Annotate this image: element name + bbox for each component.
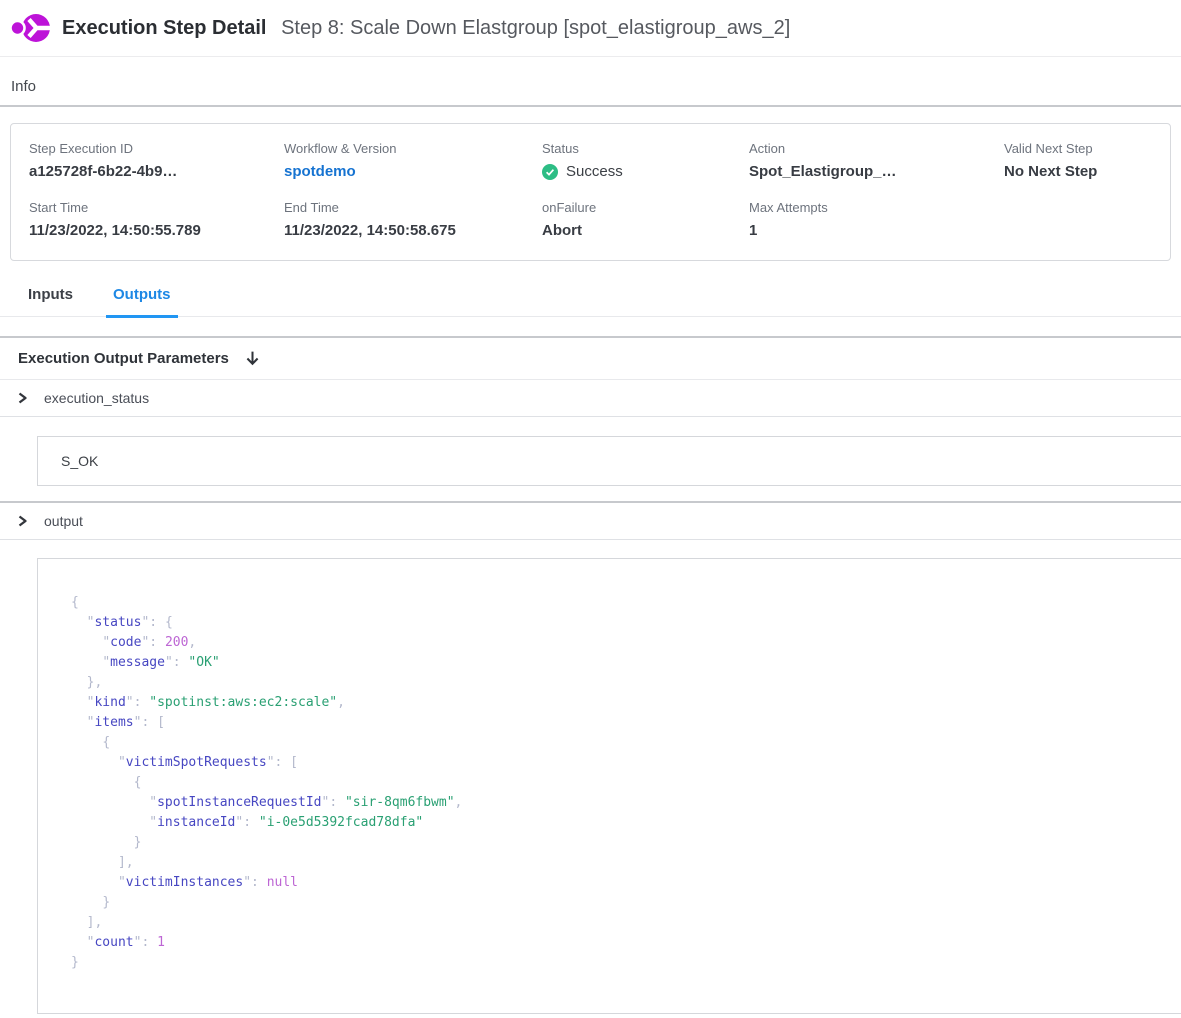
tab-inputs[interactable]: Inputs — [21, 286, 80, 316]
field-value: 11/23/2022, 14:50:55.789 — [29, 222, 284, 239]
page-title-step: Step 8: Scale Down Elastgroup [spot_elas… — [281, 17, 790, 39]
chevron-right-icon — [16, 514, 29, 528]
output-params-title: Execution Output Parameters — [18, 350, 229, 367]
execution-status-value: S_OK — [61, 453, 98, 469]
field-label: Start Time — [29, 200, 284, 215]
field-label: End Time — [284, 200, 542, 215]
info-field-start-time: Start Time 11/23/2022, 14:50:55.789 — [29, 200, 284, 239]
info-card: Step Execution ID a125728f-6b22-4b9… Wor… — [10, 123, 1171, 261]
field-value: No Next Step — [1004, 163, 1170, 180]
download-arrow-icon[interactable] — [244, 350, 261, 367]
expander-output[interactable]: output — [0, 503, 1181, 539]
field-label: onFailure — [542, 200, 749, 215]
output-params-header: Execution Output Parameters — [0, 338, 1181, 379]
field-label: Action — [749, 141, 1004, 156]
info-field-valid-next-step: Valid Next Step No Next Step — [1004, 141, 1170, 180]
info-field-status: Status Success — [542, 141, 749, 180]
info-field-action: Action Spot_Elastigroup_… — [749, 141, 1004, 180]
status-badge: Success — [542, 163, 749, 180]
page-title-main: Execution Step Detail — [62, 17, 267, 39]
row-divider — [0, 539, 1181, 540]
tab-outputs[interactable]: Outputs — [106, 286, 178, 316]
info-divider — [0, 105, 1181, 107]
expander-label: output — [44, 513, 83, 529]
info-section-label: Info — [11, 78, 1181, 95]
expander-execution-status[interactable]: execution_status — [0, 380, 1181, 416]
chevron-right-icon — [16, 391, 29, 405]
json-code: { "status": { "code": 200, "message": "O… — [71, 593, 1172, 973]
field-label: Status — [542, 141, 749, 156]
field-value: Abort — [542, 222, 749, 239]
execution-status-value-box: S_OK — [37, 436, 1181, 486]
field-label: Valid Next Step — [1004, 141, 1170, 156]
field-value: a125728f-6b22-4b9… — [29, 163, 284, 180]
row-divider — [0, 416, 1181, 417]
field-label: Max Attempts — [749, 200, 1004, 215]
field-value: 11/23/2022, 14:50:58.675 — [284, 222, 542, 239]
success-check-icon — [542, 164, 558, 180]
info-field-onfailure: onFailure Abort — [542, 200, 749, 239]
status-text: Success — [566, 163, 623, 180]
info-field-workflow-version: Workflow & Version spotdemo — [284, 141, 542, 180]
field-label: Step Execution ID — [29, 141, 284, 156]
info-field-max-attempts: Max Attempts 1 — [749, 200, 1004, 239]
page-title: Execution Step Detail Step 8: Scale Down… — [62, 17, 790, 40]
spot-logo-icon — [8, 8, 54, 48]
info-field-end-time: End Time 11/23/2022, 14:50:58.675 — [284, 200, 542, 239]
field-value: Spot_Elastigroup_… — [749, 163, 1004, 180]
workflow-link[interactable]: spotdemo — [284, 163, 542, 180]
expander-label: execution_status — [44, 390, 149, 406]
info-field-step-execution-id: Step Execution ID a125728f-6b22-4b9… — [29, 141, 284, 180]
field-label: Workflow & Version — [284, 141, 542, 156]
tabs-bar: Inputs Outputs — [0, 286, 1181, 317]
output-code-box: { "status": { "code": 200, "message": "O… — [37, 558, 1181, 1014]
page-header: Execution Step Detail Step 8: Scale Down… — [0, 0, 1181, 57]
field-value: 1 — [749, 222, 1004, 239]
